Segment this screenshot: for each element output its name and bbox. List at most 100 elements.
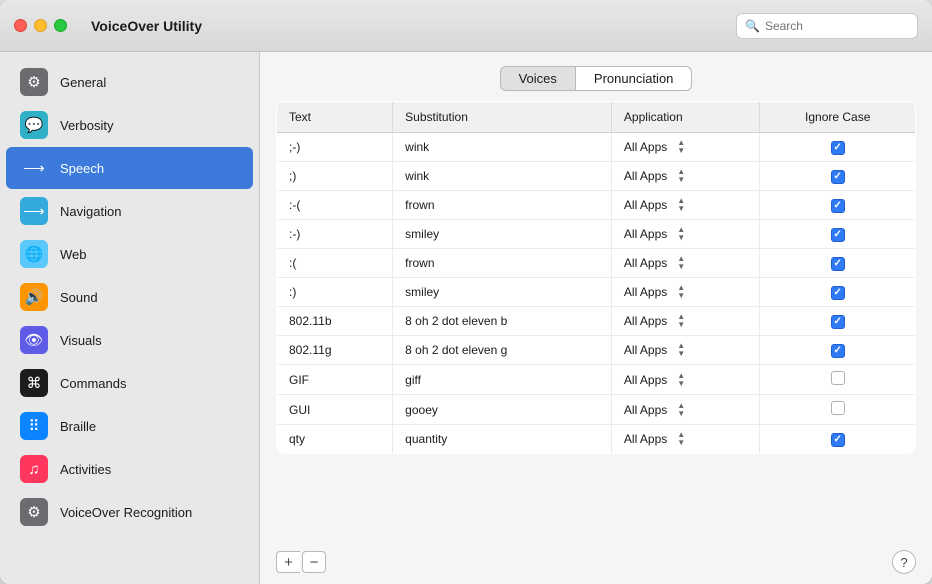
cell-ignore-case-8[interactable] xyxy=(760,365,916,395)
cell-ignore-case-4[interactable] xyxy=(760,249,916,278)
checkbox-ignore-3[interactable] xyxy=(831,228,845,242)
checkbox-ignore-2[interactable] xyxy=(831,199,845,213)
app-stepper-8[interactable]: ▲▼ xyxy=(677,372,685,388)
cell-substitution-7: 8 oh 2 dot eleven g xyxy=(393,336,612,365)
checkbox-ignore-9[interactable] xyxy=(831,401,845,415)
table-row[interactable]: ;)winkAll Apps▲▼ xyxy=(277,162,916,191)
col-header-ignoreCase: Ignore Case xyxy=(760,102,916,133)
cell-ignore-case-2[interactable] xyxy=(760,191,916,220)
sidebar-item-web[interactable]: 🌐Web xyxy=(6,233,253,275)
sidebar-item-voiceover[interactable]: ⚙VoiceOver Recognition xyxy=(6,491,253,533)
cell-application-4: All Apps▲▼ xyxy=(611,249,760,278)
table-row[interactable]: 802.11g8 oh 2 dot eleven gAll Apps▲▼ xyxy=(277,336,916,365)
cell-ignore-case-9[interactable] xyxy=(760,395,916,425)
sidebar-item-commands[interactable]: ⌘ Commands xyxy=(6,362,253,404)
cell-application-1: All Apps▲▼ xyxy=(611,162,760,191)
cell-ignore-case-6[interactable] xyxy=(760,307,916,336)
table-row[interactable]: ;-)winkAll Apps▲▼ xyxy=(277,133,916,162)
activities-icon: ♫ xyxy=(20,455,48,483)
bottom-bar: + − ? xyxy=(260,540,932,584)
checkbox-ignore-4[interactable] xyxy=(831,257,845,271)
app-stepper-9[interactable]: ▲▼ xyxy=(677,402,685,418)
add-button[interactable]: + xyxy=(276,551,300,573)
checkbox-ignore-6[interactable] xyxy=(831,315,845,329)
voiceover-icon: ⚙ xyxy=(20,498,48,526)
traffic-lights xyxy=(14,19,67,32)
tab-pronunciation[interactable]: Pronunciation xyxy=(575,66,693,91)
cell-ignore-case-1[interactable] xyxy=(760,162,916,191)
cell-text-0: ;-) xyxy=(277,133,393,162)
cell-substitution-6: 8 oh 2 dot eleven b xyxy=(393,307,612,336)
cell-ignore-case-7[interactable] xyxy=(760,336,916,365)
cell-application-7: All Apps▲▼ xyxy=(611,336,760,365)
cell-text-8: GIF xyxy=(277,365,393,395)
commands-icon: ⌘ xyxy=(20,369,48,397)
cell-substitution-4: frown xyxy=(393,249,612,278)
cell-ignore-case-5[interactable] xyxy=(760,278,916,307)
cell-text-9: GUI xyxy=(277,395,393,425)
table-header-row: TextSubstitutionApplicationIgnore Case xyxy=(277,102,916,133)
cell-application-10: All Apps▲▼ xyxy=(611,425,760,454)
cell-application-3: All Apps▲▼ xyxy=(611,220,760,249)
sidebar-item-speech[interactable]: ⟶Speech xyxy=(6,147,253,189)
table-row[interactable]: :-)smileyAll Apps▲▼ xyxy=(277,220,916,249)
table-container[interactable]: TextSubstitutionApplicationIgnore Case ;… xyxy=(260,101,932,540)
sidebar-item-general[interactable]: ⚙General xyxy=(6,61,253,103)
remove-button[interactable]: − xyxy=(302,551,326,573)
checkbox-ignore-0[interactable] xyxy=(831,141,845,155)
table-row[interactable]: :)smileyAll Apps▲▼ xyxy=(277,278,916,307)
app-stepper-6[interactable]: ▲▼ xyxy=(677,313,685,329)
sidebar-item-activities[interactable]: ♫Activities xyxy=(6,448,253,490)
sidebar-label-commands: Commands xyxy=(60,376,126,391)
sidebar-item-braille[interactable]: ⠿ Braille xyxy=(6,405,253,447)
app-stepper-4[interactable]: ▲▼ xyxy=(677,255,685,271)
tab-voices[interactable]: Voices xyxy=(500,66,575,91)
cell-substitution-2: frown xyxy=(393,191,612,220)
sidebar-item-navigation[interactable]: ⟶Navigation xyxy=(6,190,253,232)
cell-text-4: :( xyxy=(277,249,393,278)
general-icon: ⚙ xyxy=(20,68,48,96)
main-panel: VoicesPronunciation TextSubstitutionAppl… xyxy=(260,52,932,584)
table-row[interactable]: qtyquantityAll Apps▲▼ xyxy=(277,425,916,454)
cell-ignore-case-0[interactable] xyxy=(760,133,916,162)
braille-icon: ⠿ xyxy=(20,412,48,440)
sidebar-item-visuals[interactable]: 👁Visuals xyxy=(6,319,253,361)
table-row[interactable]: :-( frownAll Apps▲▼ xyxy=(277,191,916,220)
app-stepper-2[interactable]: ▲▼ xyxy=(677,197,685,213)
checkbox-ignore-8[interactable] xyxy=(831,371,845,385)
cell-substitution-8: giff xyxy=(393,365,612,395)
app-stepper-5[interactable]: ▲▼ xyxy=(677,284,685,300)
maximize-button[interactable] xyxy=(54,19,67,32)
checkbox-ignore-1[interactable] xyxy=(831,170,845,184)
minimize-button[interactable] xyxy=(34,19,47,32)
close-button[interactable] xyxy=(14,19,27,32)
app-stepper-7[interactable]: ▲▼ xyxy=(677,342,685,358)
help-button[interactable]: ? xyxy=(892,550,916,574)
window-title: VoiceOver Utility xyxy=(91,18,736,34)
table-row[interactable]: :(frownAll Apps▲▼ xyxy=(277,249,916,278)
sidebar-label-braille: Braille xyxy=(60,419,96,434)
checkbox-ignore-7[interactable] xyxy=(831,344,845,358)
verbosity-icon: 💬 xyxy=(20,111,48,139)
checkbox-ignore-5[interactable] xyxy=(831,286,845,300)
app-stepper-10[interactable]: ▲▼ xyxy=(677,431,685,447)
cell-ignore-case-10[interactable] xyxy=(760,425,916,454)
cell-ignore-case-3[interactable] xyxy=(760,220,916,249)
search-input[interactable] xyxy=(765,19,905,33)
table-row[interactable]: GUIgooeyAll Apps▲▼ xyxy=(277,395,916,425)
navigation-icon: ⟶ xyxy=(20,197,48,225)
sidebar-item-sound[interactable]: 🔊Sound xyxy=(6,276,253,318)
search-icon: 🔍 xyxy=(745,19,760,33)
table-row[interactable]: 802.11b8 oh 2 dot eleven bAll Apps▲▼ xyxy=(277,307,916,336)
cell-application-2: All Apps▲▼ xyxy=(611,191,760,220)
search-box[interactable]: 🔍 xyxy=(736,13,918,39)
sidebar-label-web: Web xyxy=(60,247,87,262)
checkbox-ignore-10[interactable] xyxy=(831,433,845,447)
app-stepper-3[interactable]: ▲▼ xyxy=(677,226,685,242)
visuals-icon: 👁 xyxy=(20,326,48,354)
app-stepper-0[interactable]: ▲▼ xyxy=(677,139,685,155)
sidebar-item-verbosity[interactable]: 💬Verbosity xyxy=(6,104,253,146)
cell-text-2: :-( xyxy=(277,191,393,220)
table-row[interactable]: GIFgiffAll Apps▲▼ xyxy=(277,365,916,395)
app-stepper-1[interactable]: ▲▼ xyxy=(677,168,685,184)
